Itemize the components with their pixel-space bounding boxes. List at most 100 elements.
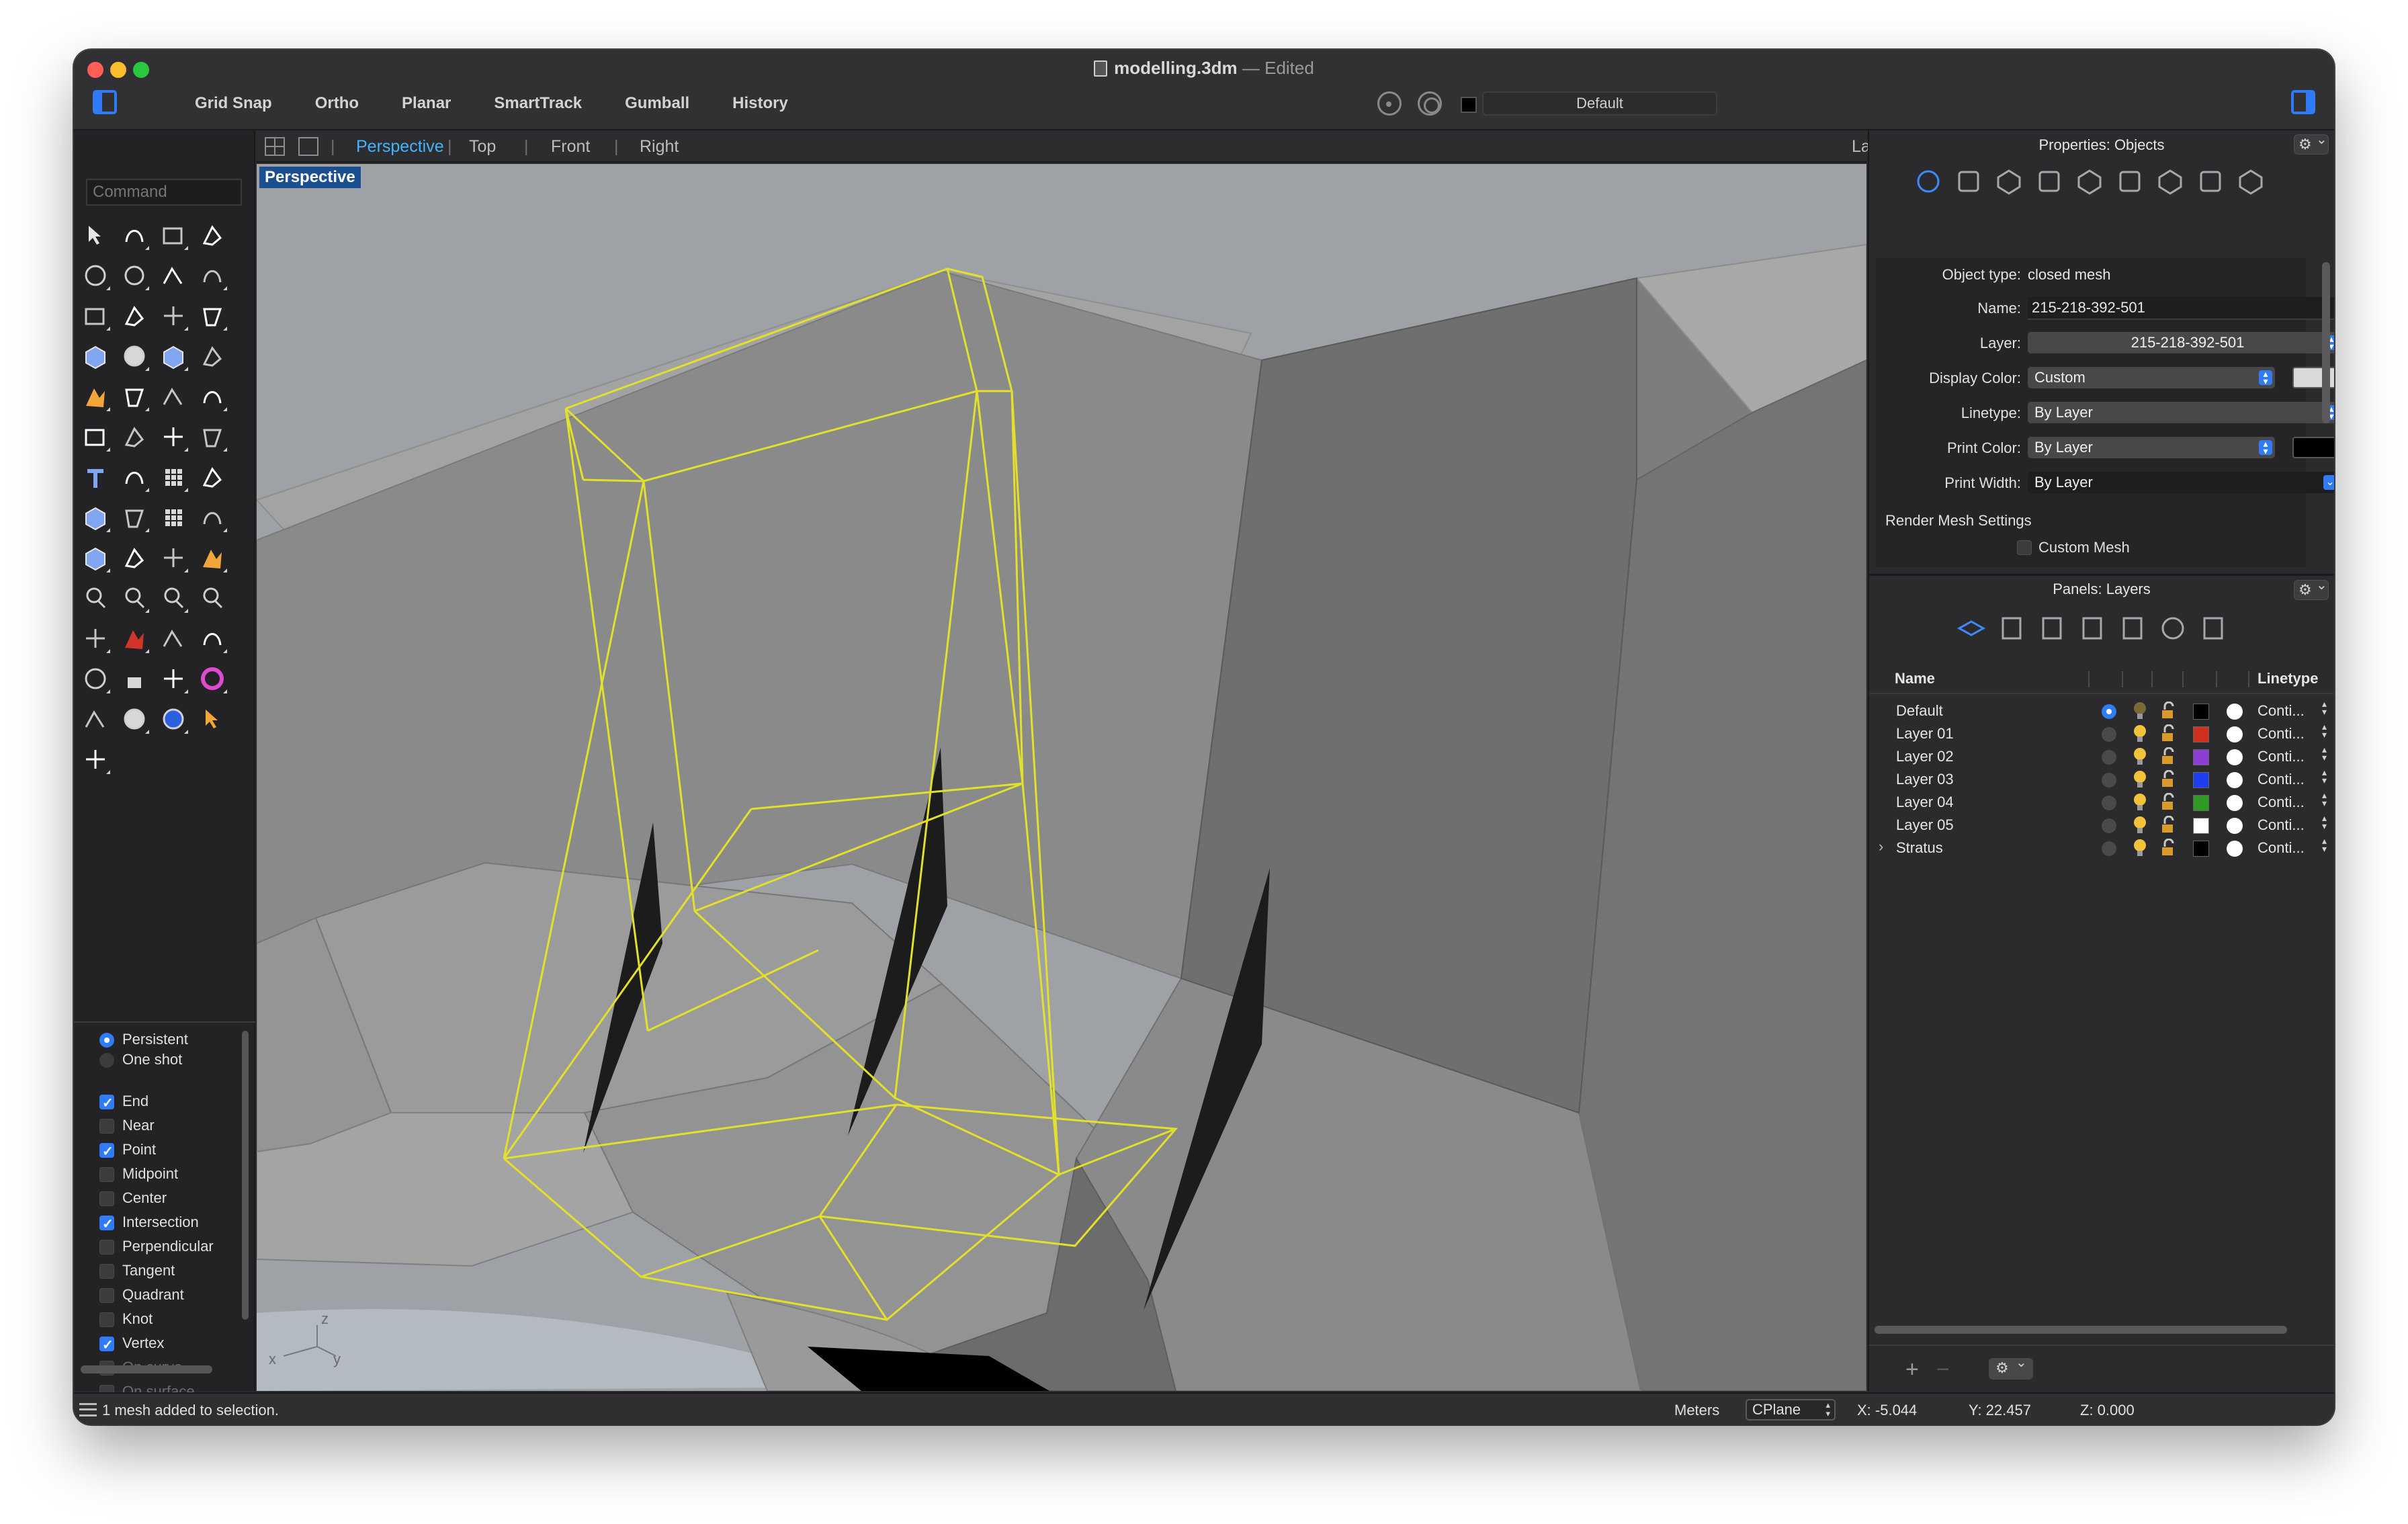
layer-name[interactable]: Default <box>1896 702 1943 720</box>
layer-linetype[interactable]: Conti... <box>2258 816 2305 834</box>
print-color-circle[interactable] <box>2227 818 2243 834</box>
shaded-sphere-icon[interactable] <box>118 703 152 736</box>
transform-icon[interactable] <box>118 461 152 495</box>
unlocked-padlock-icon[interactable] <box>2159 816 2177 835</box>
text-icon[interactable] <box>79 461 113 495</box>
print-color-circle[interactable] <box>2227 704 2243 720</box>
unlocked-padlock-icon[interactable] <box>2159 793 2177 812</box>
layer-options-button[interactable] <box>1989 1354 2033 1380</box>
osnap-perpendicular-checkbox[interactable]: Perpendicular <box>99 1236 214 1257</box>
chevron-right-icon[interactable]: › <box>1879 838 1883 855</box>
pan-icon[interactable] <box>196 622 230 656</box>
layer-linetype[interactable]: Conti... <box>2258 702 2305 720</box>
offset-icon[interactable] <box>157 421 191 454</box>
light-bulb-icon[interactable] <box>2131 701 2149 721</box>
render-icon[interactable] <box>118 622 152 656</box>
layer-linetype[interactable]: Conti... <box>2258 748 2305 765</box>
zoom-extents-icon[interactable] <box>157 582 191 616</box>
point-icon[interactable] <box>118 219 152 253</box>
unlocked-padlock-icon[interactable] <box>2159 839 2177 857</box>
viewport-title-label[interactable]: Perspective <box>259 167 361 188</box>
osnap-quadrant-checkbox[interactable]: Quadrant <box>99 1285 184 1305</box>
snap-panel-hscrollbar[interactable] <box>81 1365 212 1373</box>
layer-linetype[interactable]: Conti... <box>2258 794 2305 811</box>
osnap-target-icon[interactable] <box>1377 91 1402 116</box>
polyline-icon[interactable] <box>157 219 191 253</box>
light-bulb-icon[interactable] <box>2131 769 2149 790</box>
check-icon[interactable] <box>118 542 152 575</box>
osnap-intersection-checkbox[interactable]: Intersection <box>99 1212 199 1234</box>
unlocked-padlock-icon[interactable] <box>2159 770 2177 789</box>
texture-icon[interactable] <box>2115 167 2145 196</box>
layer-name[interactable]: Layer 05 <box>1896 816 1954 834</box>
extrude-icon[interactable] <box>196 300 230 333</box>
polygon-icon[interactable] <box>157 259 191 293</box>
arc-icon[interactable] <box>79 300 113 333</box>
print-color-circle[interactable] <box>2227 749 2243 765</box>
zoom-selected-icon[interactable] <box>196 582 230 616</box>
units-label[interactable]: Meters <box>1674 1402 1719 1419</box>
rotate-view-icon[interactable] <box>79 622 113 656</box>
sphere-icon[interactable] <box>118 340 152 374</box>
join-icon[interactable] <box>118 421 152 454</box>
current-layer-field[interactable]: Default <box>1482 91 1717 116</box>
rectangle-icon[interactable] <box>196 259 230 293</box>
current-layer-indicator[interactable] <box>2102 704 2116 719</box>
layer-name[interactable]: Stratus <box>1896 839 1943 857</box>
layers-gear-button[interactable] <box>2294 577 2329 600</box>
print-color-swatch[interactable] <box>2292 437 2334 458</box>
circle-icon[interactable] <box>79 259 113 293</box>
cube-icon[interactable] <box>2037 613 2067 643</box>
array-icon[interactable] <box>157 461 191 495</box>
print-color-circle[interactable] <box>2227 795 2243 811</box>
grid-icon[interactable] <box>157 501 191 535</box>
scale-icon[interactable] <box>196 501 230 535</box>
command-history-icon[interactable] <box>79 1403 97 1416</box>
perspective-viewport[interactable]: z x y Perspective <box>257 164 1866 1391</box>
trim-icon[interactable] <box>157 380 191 414</box>
layer-name[interactable]: Layer 01 <box>1896 725 1954 743</box>
properties-scrollbar[interactable] <box>2322 262 2330 423</box>
layer-row[interactable]: › Stratus Conti... ▴ ▾ <box>1869 836 2334 859</box>
layer-row[interactable]: Layer 01 Conti... ▴ ▾ <box>1869 722 2334 745</box>
layer-color-swatch[interactable] <box>2193 749 2209 765</box>
left-sidebar-toggle-icon[interactable] <box>93 90 117 114</box>
paint-icon[interactable] <box>196 542 230 575</box>
material-icon[interactable] <box>157 663 191 696</box>
cylinder-icon[interactable] <box>157 340 191 374</box>
light-bulb-icon[interactable] <box>2131 838 2149 858</box>
layout-icon[interactable] <box>2196 167 2225 196</box>
custom-mesh-checkbox[interactable]: Custom Mesh <box>2017 539 2130 556</box>
surface-icon[interactable] <box>157 300 191 333</box>
current-layer-indicator[interactable] <box>2102 727 2116 742</box>
layer-color-swatch[interactable] <box>2193 841 2209 857</box>
tab-right[interactable]: Right <box>640 137 679 157</box>
unlocked-padlock-icon[interactable] <box>2159 702 2177 720</box>
environment-icon[interactable] <box>79 703 113 736</box>
color-wheel-icon[interactable] <box>196 663 230 696</box>
ortho-toggle[interactable]: Ortho <box>315 94 359 112</box>
osnap-end-checkbox[interactable]: End <box>99 1091 148 1113</box>
mesh-icon[interactable] <box>79 542 113 575</box>
analyze-icon[interactable] <box>157 542 191 575</box>
blue-sphere-icon[interactable] <box>157 703 191 736</box>
lock-icon[interactable] <box>118 663 152 696</box>
osnap-tangent-checkbox[interactable]: Tangent <box>99 1261 175 1281</box>
blend-icon[interactable] <box>196 421 230 454</box>
mirror-icon[interactable] <box>196 461 230 495</box>
layer-color-swatch[interactable] <box>2193 704 2209 720</box>
tab-top[interactable]: Top <box>469 137 496 157</box>
tab-perspective[interactable]: Perspective <box>356 137 444 157</box>
osnap-center-checkbox[interactable]: Center <box>99 1188 167 1208</box>
object-properties-icon[interactable] <box>1914 167 1943 196</box>
ellipse-icon[interactable] <box>118 259 152 293</box>
material-icon[interactable] <box>1994 167 2024 196</box>
light-bulb-icon[interactable] <box>2131 815 2149 835</box>
light-icon[interactable] <box>79 663 113 696</box>
zoom-icon[interactable] <box>79 582 113 616</box>
fillet-curve-icon[interactable] <box>118 300 152 333</box>
osnap-midpoint-checkbox[interactable]: Midpoint <box>99 1164 178 1184</box>
current-layer-swatch[interactable] <box>1461 97 1477 113</box>
print-color-select[interactable]: By Layer ▴ ▾ <box>2028 437 2275 458</box>
tab-front[interactable]: Front <box>551 137 590 157</box>
